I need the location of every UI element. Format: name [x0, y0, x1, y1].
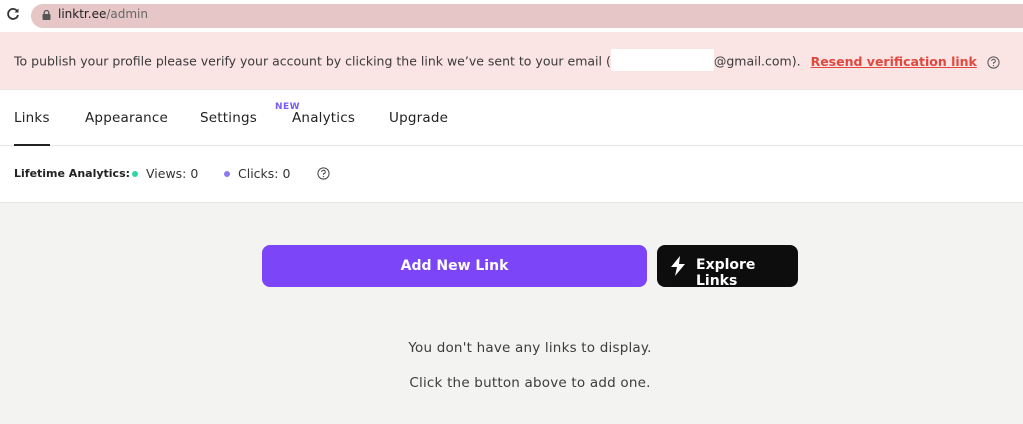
tab-upgrade[interactable]: Upgrade — [389, 110, 448, 126]
tab-settings[interactable]: Settings — [200, 110, 257, 126]
url-host: linktr.ee — [58, 7, 107, 21]
url-path: /admin — [106, 7, 148, 21]
views-text: Views: 0 — [146, 166, 199, 181]
browser-address-bar: linktr.ee/admin — [0, 0, 1023, 32]
banner-text-after: @gmail.com). — [713, 53, 801, 69]
tab-analytics[interactable]: Analytics — [292, 110, 355, 126]
banner-text-before: To publish your profile please verify yo… — [14, 53, 611, 69]
empty-state-message: You don't have any links to display. — [408, 340, 652, 356]
add-new-link-button[interactable]: Add New Link — [262, 245, 647, 287]
help-icon[interactable] — [987, 55, 1000, 69]
tab-appearance[interactable]: Appearance — [85, 110, 168, 126]
lifetime-analytics-bar: Lifetime Analytics: Views: 0 Clicks: 0 — [0, 146, 1023, 203]
clicks-stat: Clicks: 0 — [224, 166, 290, 181]
empty-state-hint: Click the button above to add one. — [409, 375, 651, 391]
lock-icon — [42, 10, 51, 20]
redacted-email — [610, 49, 714, 71]
nav-tabs: Links Appearance Settings NEW Analytics … — [0, 89, 1023, 146]
banner-message: To publish your profile please verify yo… — [14, 49, 1000, 71]
help-icon[interactable] — [317, 167, 330, 180]
url-field[interactable] — [31, 4, 1023, 28]
tab-links[interactable]: Links — [14, 110, 50, 146]
url-text[interactable]: linktr.ee/admin — [58, 7, 148, 21]
verification-banner: To publish your profile please verify yo… — [0, 32, 1023, 89]
views-dot — [132, 170, 138, 177]
clicks-dot — [224, 170, 230, 177]
analytics-label: Lifetime Analytics: — [14, 167, 131, 180]
explore-links-label: Explore Links — [696, 257, 756, 289]
clicks-text: Clicks: 0 — [238, 166, 291, 181]
explore-links-button[interactable]: Explore Links — [657, 245, 798, 289]
resend-verification-link[interactable]: Resend verification link — [811, 54, 977, 69]
lightning-icon — [671, 256, 685, 276]
views-stat: Views: 0 — [132, 166, 198, 181]
reload-icon[interactable] — [6, 7, 20, 21]
